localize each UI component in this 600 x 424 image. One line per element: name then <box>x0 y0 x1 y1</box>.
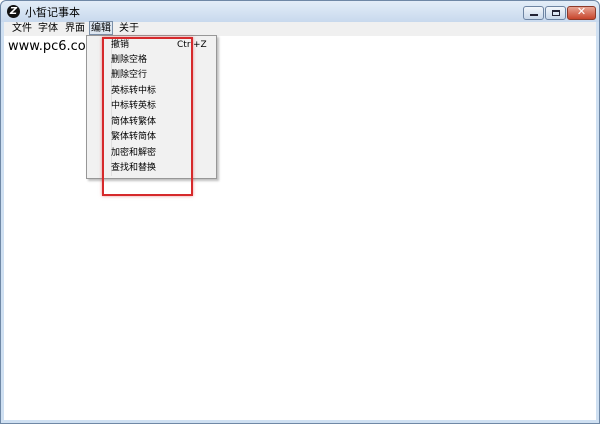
minimize-icon <box>530 14 538 16</box>
close-icon: ✕ <box>576 5 587 18</box>
menu-item-cn-to-en-punct[interactable]: 中标转英标 <box>111 99 156 114</box>
menu-font[interactable]: 字体 <box>37 22 59 36</box>
menu-edit[interactable]: 编辑 <box>89 21 113 35</box>
maximize-button[interactable] <box>545 6 566 20</box>
menu-view[interactable]: 界面 <box>64 22 86 36</box>
menu-item-encrypt-decrypt[interactable]: 加密和解密 <box>111 146 156 161</box>
app-logo-icon: Z <box>7 5 20 18</box>
menu-item-find-replace[interactable]: 查找和替换 <box>111 161 156 176</box>
minimize-button[interactable] <box>523 6 544 20</box>
close-button[interactable]: ✕ <box>567 5 596 20</box>
menu-item-simplified-to-traditional[interactable]: 简体转繁体 <box>111 115 156 130</box>
menu-item-en-to-cn-punct[interactable]: 英标转中标 <box>111 84 156 99</box>
maximize-icon <box>552 10 560 16</box>
menu-item-remove-blank-lines[interactable]: 删除空行 <box>111 68 147 83</box>
title-bar[interactable]: Z 小皙记事本 ✕ <box>1 1 599 22</box>
menu-item-remove-spaces[interactable]: 删除空格 <box>111 53 147 68</box>
menu-file[interactable]: 文件 <box>11 22 33 36</box>
editor-content[interactable]: www.pc6.com <box>8 39 98 54</box>
menu-item-traditional-to-simplified[interactable]: 繁体转简体 <box>111 130 156 145</box>
menu-item-undo-shortcut: Ctrl+Z <box>177 40 207 50</box>
menu-bar: 文件 字体 界面 编辑 关于 <box>4 21 596 36</box>
window-title: 小皙记事本 <box>25 6 80 19</box>
menu-about[interactable]: 关于 <box>118 22 140 36</box>
edit-menu-dropdown: 撤销 Ctrl+Z 删除空格 删除空行 英标转中标 中标转英标 简体转繁体 繁体… <box>86 35 217 179</box>
menu-item-undo[interactable]: 撤销 <box>111 38 129 53</box>
